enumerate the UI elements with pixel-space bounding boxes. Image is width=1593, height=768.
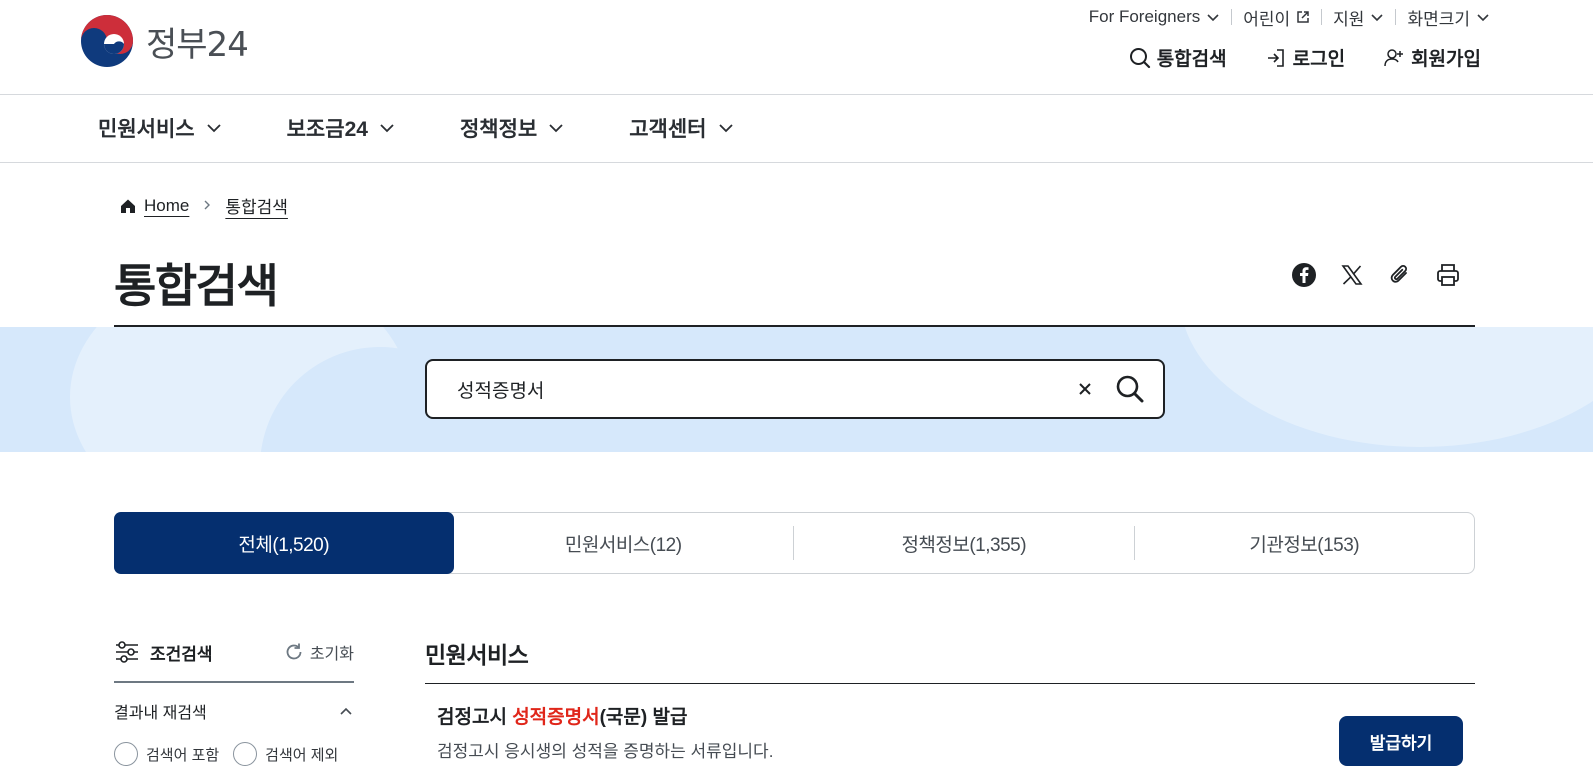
- search-icon: [1129, 47, 1150, 68]
- chevron-up-icon[interactable]: [338, 703, 354, 719]
- filter-divider: [114, 681, 354, 683]
- result-title-prefix: 검정고시: [437, 707, 513, 728]
- chevron-right-icon: [204, 200, 211, 209]
- chevron-down-icon: [1371, 14, 1384, 22]
- gnb-item-civil-services[interactable]: 민원서비스: [98, 113, 223, 143]
- external-link-icon: [1297, 11, 1309, 23]
- facebook-icon: [1292, 263, 1316, 287]
- chevron-down-icon: [380, 124, 394, 133]
- paperclip-icon: [1390, 265, 1407, 283]
- radio-button[interactable]: [114, 742, 138, 766]
- sliders-icon: [116, 641, 138, 663]
- for-foreigners-dropdown[interactable]: For Foreigners: [1078, 6, 1231, 28]
- chevron-down-icon: [718, 124, 733, 133]
- result-title-highlight: 성적증명서: [512, 707, 600, 728]
- search-clear-button[interactable]: [1075, 379, 1095, 399]
- header-search-label: 통합검색: [1156, 49, 1227, 70]
- logo-text: 정부24: [146, 24, 249, 65]
- taegeuk-logo-icon: [81, 15, 133, 67]
- refine-search-section: 결과내 재검색: [114, 699, 354, 723]
- search-banner: [0, 327, 1593, 452]
- list-item: 검정고시 성적증명서(국문) 발급 검정고시 응시생의 성적을 증명하는 서류입…: [437, 702, 1475, 766]
- refine-search-label: 결과내 재검색: [114, 705, 207, 722]
- include-keyword-option[interactable]: 검색어 포함: [114, 742, 219, 766]
- close-icon: [1079, 383, 1091, 395]
- utility-bar: For Foreigners 어린이 지원 화면크기: [1078, 6, 1501, 29]
- tab-policy-info[interactable]: 정책정보(1,355): [794, 513, 1134, 573]
- filter-title: 조건검색: [114, 639, 213, 665]
- search-icon: [1116, 375, 1144, 403]
- breadcrumb: Home 통합검색: [120, 193, 288, 218]
- gnb-item-label: 고객센터: [629, 118, 707, 141]
- chevron-down-icon: [549, 124, 563, 133]
- screen-size-dropdown[interactable]: 화면크기: [1396, 6, 1501, 29]
- filter-title-label: 조건검색: [150, 644, 213, 664]
- tab-civil-services[interactable]: 민원서비스(12): [454, 513, 794, 573]
- filter-sidebar: 조건검색 초기화 결과내 재검색 검색어 포함 검색어 제외: [114, 636, 354, 766]
- login-button[interactable]: 로그인: [1265, 44, 1345, 71]
- results-section-title: 민원서비스: [425, 642, 529, 668]
- gnb-item-label: 보조금24: [286, 118, 368, 141]
- site-header: 정부24 For Foreigners 어린이 지원 화면크기 통합검색 로그인…: [0, 0, 1593, 95]
- refine-options: 검색어 포함 검색어 제외: [114, 742, 338, 766]
- page-title: 통합검색: [114, 260, 279, 312]
- account-bar: 통합검색 로그인 회원가입: [1129, 44, 1481, 71]
- result-title-link[interactable]: 검정고시 성적증명서(국문) 발급: [437, 702, 1475, 729]
- breadcrumb-home-link[interactable]: Home: [144, 196, 189, 216]
- section-divider: [425, 683, 1475, 684]
- x-twitter-icon: [1341, 265, 1363, 285]
- header-search-button[interactable]: 통합검색: [1129, 44, 1227, 71]
- print-button[interactable]: [1435, 262, 1461, 288]
- main-navigation: 민원서비스 보조금24 정책정보 고객센터: [0, 95, 1593, 163]
- share-tools: [1291, 262, 1461, 288]
- kids-label: 어린이: [1243, 9, 1291, 29]
- printer-icon: [1437, 264, 1459, 286]
- issue-button[interactable]: 발급하기: [1339, 716, 1463, 766]
- filter-reset-label: 초기화: [309, 646, 354, 663]
- gnb-item-label: 정책정보: [459, 118, 538, 141]
- refresh-icon: [286, 643, 302, 660]
- home-icon: [121, 199, 135, 213]
- include-keyword-label: 검색어 포함: [146, 746, 220, 764]
- exclude-keyword-label: 검색어 제외: [265, 746, 339, 764]
- screen-size-label: 화면크기: [1407, 9, 1470, 29]
- facebook-share-button[interactable]: [1291, 262, 1317, 288]
- kids-link[interactable]: 어린이: [1232, 6, 1321, 29]
- gnb-item-subsidy24[interactable]: 보조금24: [287, 113, 396, 143]
- tab-all[interactable]: 전체(1,520): [114, 512, 454, 574]
- chevron-down-icon: [1207, 14, 1219, 22]
- signup-label: 회원가입: [1411, 49, 1481, 70]
- exclude-keyword-option[interactable]: 검색어 제외: [233, 742, 338, 766]
- search-submit-button[interactable]: [1115, 374, 1145, 404]
- copy-link-button[interactable]: [1387, 262, 1413, 288]
- gnb-item-label: 민원서비스: [98, 118, 195, 141]
- tab-agency-info[interactable]: 기관정보(153): [1135, 513, 1475, 573]
- search-box: [425, 359, 1165, 419]
- region-dropdown[interactable]: 지원: [1322, 6, 1395, 29]
- banner-decoration: [1180, 327, 1593, 447]
- breadcrumb-current-link[interactable]: 통합검색: [225, 193, 288, 218]
- chevron-down-icon: [206, 124, 221, 133]
- x-share-button[interactable]: [1339, 262, 1365, 288]
- for-foreigners-label: For Foreigners: [1088, 7, 1201, 26]
- result-description: 검정고시 응시생의 성적을 증명하는 서류입니다.: [437, 742, 774, 761]
- result-title-suffix: (국문) 발급: [599, 707, 688, 728]
- login-icon: [1267, 48, 1284, 67]
- filter-reset-button[interactable]: 초기화: [284, 640, 354, 664]
- signup-button[interactable]: 회원가입: [1383, 44, 1481, 71]
- radio-button[interactable]: [233, 742, 258, 766]
- user-add-icon: [1384, 48, 1404, 66]
- chevron-down-icon: [1477, 14, 1489, 22]
- region-label: 지원: [1333, 9, 1365, 29]
- site-logo[interactable]: 정부24: [80, 14, 249, 68]
- gnb-item-customer-center[interactable]: 고객센터: [629, 113, 734, 143]
- search-input[interactable]: [457, 378, 1075, 400]
- search-results: 민원서비스 검정고시 성적증명서(국문) 발급 검정고시 응시생의 성적을 증명…: [425, 636, 1475, 766]
- result-category-tabs: 전체(1,520) 민원서비스(12) 정책정보(1,355) 기관정보(153…: [114, 512, 1475, 574]
- gnb-item-policy-info[interactable]: 정책정보: [460, 113, 565, 143]
- login-label: 로그인: [1292, 49, 1346, 70]
